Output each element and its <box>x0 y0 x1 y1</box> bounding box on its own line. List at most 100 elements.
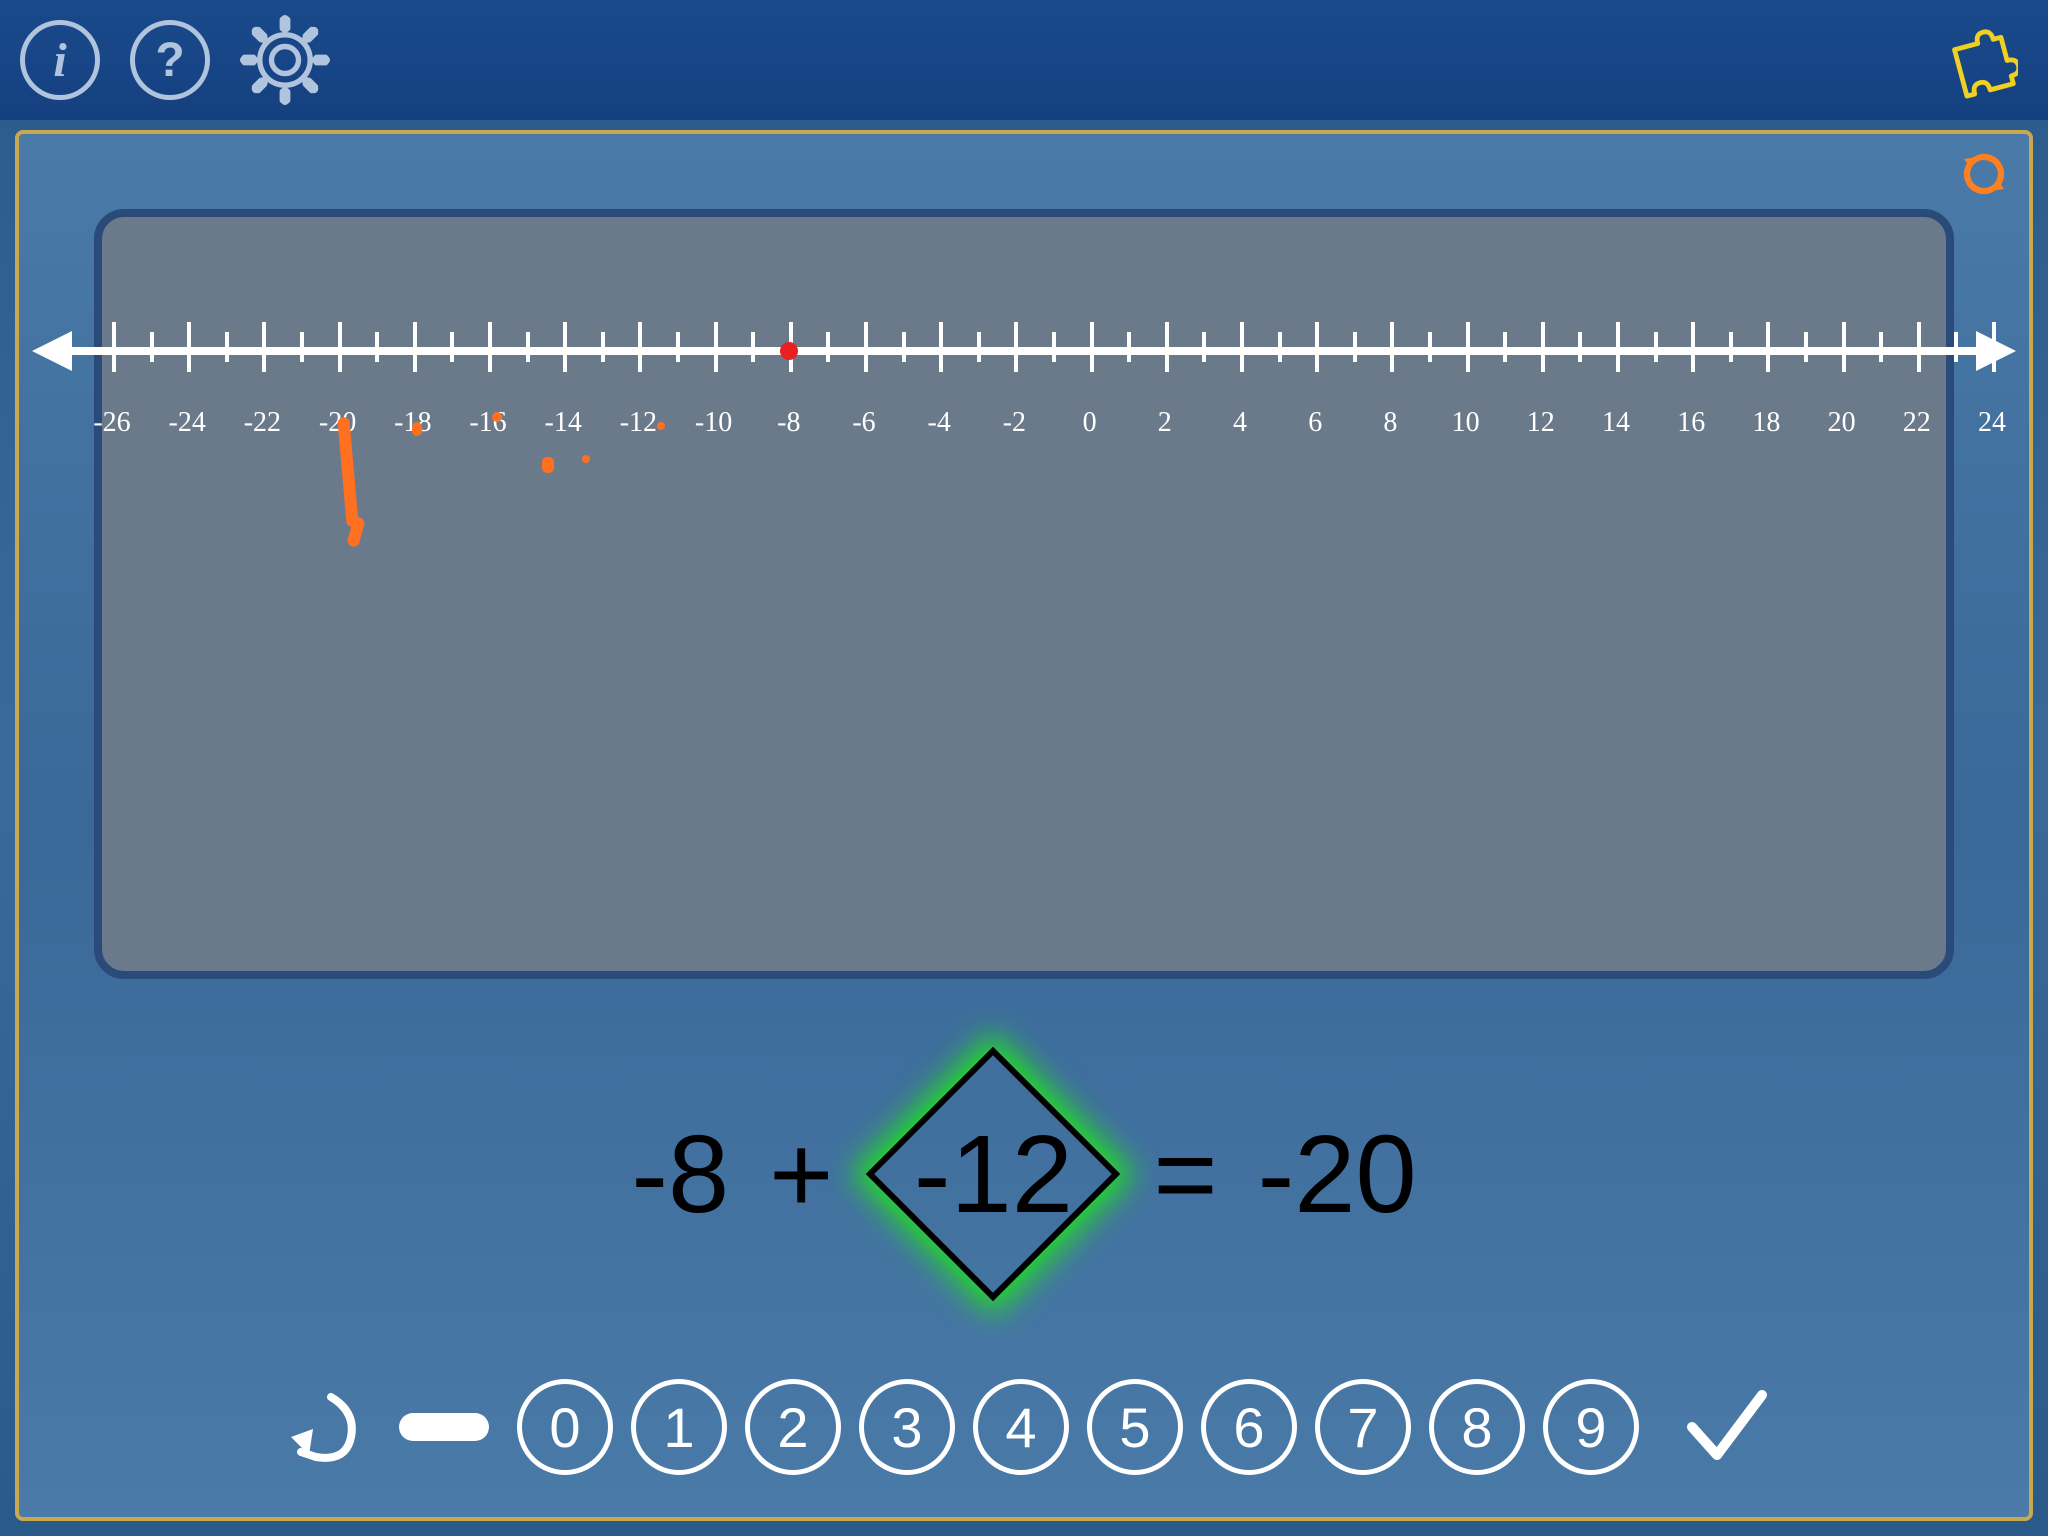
drawing-dot <box>542 457 554 473</box>
drawing-dot <box>582 455 590 463</box>
settings-button[interactable] <box>240 15 330 105</box>
digit-4-button[interactable]: 4 <box>973 1379 1069 1475</box>
tick <box>1428 332 1432 362</box>
tick <box>601 332 605 362</box>
tick-label: -6 <box>852 407 875 439</box>
equation-input-slot[interactable]: -12 <box>853 1064 1133 1284</box>
tick-label: 8 <box>1383 407 1397 439</box>
undo-button[interactable] <box>271 1377 371 1477</box>
refresh-button[interactable] <box>1959 149 2009 199</box>
tick <box>977 332 981 362</box>
tick <box>1014 322 1018 372</box>
tick <box>1353 332 1357 362</box>
tick-label: 2 <box>1158 407 1172 439</box>
tick-label: 14 <box>1602 407 1630 439</box>
drawing-dot <box>657 422 665 430</box>
tick <box>902 332 906 362</box>
tick-label: 16 <box>1677 407 1705 439</box>
info-button[interactable]: i <box>20 20 100 100</box>
tick <box>225 332 229 362</box>
tick <box>1052 332 1056 362</box>
digit-6-button[interactable]: 6 <box>1201 1379 1297 1475</box>
tick-label: 12 <box>1527 407 1555 439</box>
tick-label: -22 <box>244 407 281 439</box>
equation-input-value: -12 <box>914 1111 1073 1238</box>
tick <box>300 332 304 362</box>
number-line-marker[interactable] <box>780 342 798 360</box>
drawing-dot <box>412 422 422 436</box>
tick <box>1954 332 1958 362</box>
tick-label: -12 <box>620 407 657 439</box>
equation: -8 + -12 = -20 <box>19 1054 2029 1294</box>
tick-label: -4 <box>928 407 951 439</box>
tick <box>1879 332 1883 362</box>
tick-label: 24 <box>1978 407 2006 439</box>
digit-1-button[interactable]: 1 <box>631 1379 727 1475</box>
digit-0-button[interactable]: 0 <box>517 1379 613 1475</box>
tick <box>526 332 530 362</box>
digit-9-button[interactable]: 9 <box>1543 1379 1639 1475</box>
keypad: 0123456789 <box>19 1367 2029 1487</box>
tick <box>1766 322 1770 372</box>
tick <box>864 322 868 372</box>
tick <box>1842 322 1846 372</box>
help-button[interactable]: ? <box>130 20 210 100</box>
digit-2-button[interactable]: 2 <box>745 1379 841 1475</box>
number-line: -26-24-22-20-18-16-14-12-10-8-6-4-202468… <box>62 347 1986 355</box>
tick <box>939 322 943 372</box>
tick <box>1654 332 1658 362</box>
tick <box>488 322 492 372</box>
puzzle-icon[interactable] <box>1938 20 2018 100</box>
tick <box>1541 322 1545 372</box>
tick <box>1917 322 1921 372</box>
tick <box>1090 322 1094 372</box>
tick-label: 20 <box>1828 407 1856 439</box>
tick <box>751 332 755 362</box>
tick <box>1616 322 1620 372</box>
tick <box>638 322 642 372</box>
equation-result: -20 <box>1258 1111 1417 1238</box>
tick-label: 4 <box>1233 407 1247 439</box>
drawing-dot <box>492 412 502 422</box>
equation-operator: + <box>769 1111 833 1238</box>
digit-5-button[interactable]: 5 <box>1087 1379 1183 1475</box>
tick <box>1315 322 1319 372</box>
tick <box>676 332 680 362</box>
tick-label: -2 <box>1003 407 1026 439</box>
info-icon: i <box>53 33 66 88</box>
tick <box>1240 322 1244 372</box>
equation-equals: = <box>1153 1111 1217 1238</box>
arrow-right-icon <box>1976 331 2016 371</box>
tick <box>1503 332 1507 362</box>
tick <box>1390 322 1394 372</box>
tick-label: -8 <box>777 407 800 439</box>
tick <box>563 322 567 372</box>
tick-label: 10 <box>1452 407 1480 439</box>
tick <box>826 332 830 362</box>
tick-label: -26 <box>93 407 130 439</box>
tick-label: 0 <box>1083 407 1097 439</box>
digit-7-button[interactable]: 7 <box>1315 1379 1411 1475</box>
tick <box>1466 322 1470 372</box>
tick <box>262 322 266 372</box>
tick <box>187 322 191 372</box>
tick-label: -14 <box>545 407 582 439</box>
digit-3-button[interactable]: 3 <box>859 1379 955 1475</box>
tick <box>1691 322 1695 372</box>
minus-button[interactable] <box>399 1413 489 1441</box>
tick <box>413 322 417 372</box>
tick <box>450 332 454 362</box>
equation-operand1: -8 <box>631 1111 729 1238</box>
tick-label: 6 <box>1308 407 1322 439</box>
tick <box>1127 332 1131 362</box>
tick-label: -10 <box>695 407 732 439</box>
digit-8-button[interactable]: 8 <box>1429 1379 1525 1475</box>
tick <box>1578 332 1582 362</box>
help-icon: ? <box>155 33 184 88</box>
number-line-panel[interactable]: -26-24-22-20-18-16-14-12-10-8-6-4-202468… <box>94 209 1954 979</box>
tick <box>1165 322 1169 372</box>
tick-label: -16 <box>469 407 506 439</box>
tick <box>112 322 116 372</box>
tick <box>375 332 379 362</box>
submit-button[interactable] <box>1677 1377 1777 1477</box>
